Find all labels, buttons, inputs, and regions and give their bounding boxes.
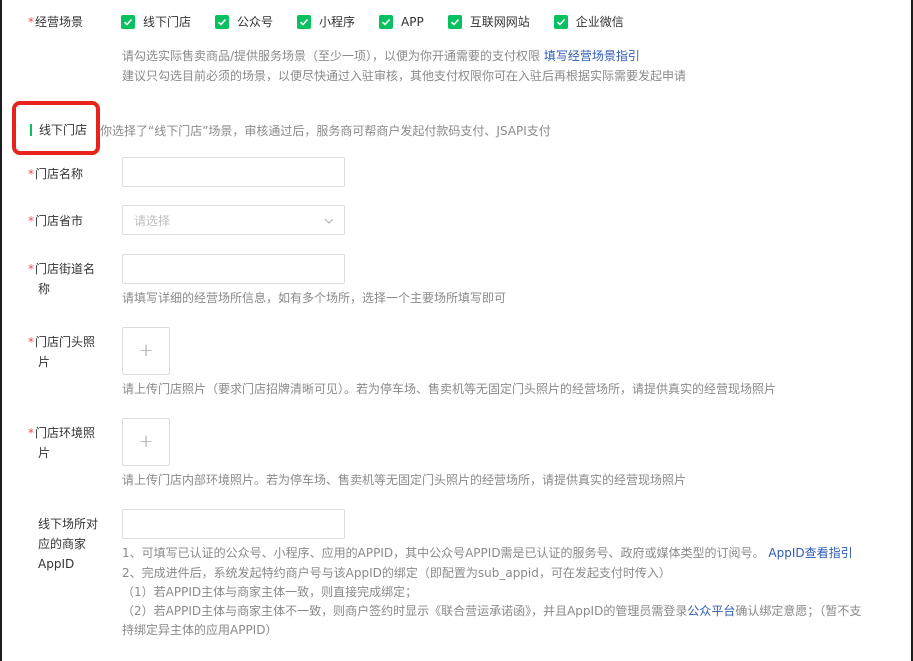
section-note: 你选择了“线下门店”场景，审核通过后，服务商可帮商户发起付款码支付、JSAPI支… bbox=[100, 124, 551, 138]
required-mark: * bbox=[28, 335, 34, 349]
store-street-input[interactable] bbox=[122, 254, 345, 284]
store-city-select[interactable]: 请选择 bbox=[122, 205, 345, 235]
checked-checkbox-icon[interactable] bbox=[121, 14, 135, 29]
public-platform-link[interactable]: 公众平台 bbox=[687, 604, 735, 618]
store-front-photo-hint: 请上传门店照片（要求门店招牌清晰可见）。若为停车场、售卖机等无固定门头照片的经营… bbox=[122, 382, 777, 396]
scene-option-wecom[interactable]: 企业微信 bbox=[553, 13, 624, 30]
checked-checkbox-icon[interactable] bbox=[215, 14, 230, 29]
checked-checkbox-icon[interactable] bbox=[379, 14, 394, 29]
window-frame-left bbox=[0, 0, 2, 661]
chevron-down-icon bbox=[324, 213, 334, 227]
required-mark: * bbox=[28, 167, 34, 181]
store-city-label: *门店省市 bbox=[28, 214, 84, 228]
scene-option-mini-program[interactable]: 小程序 bbox=[297, 13, 355, 30]
store-env-photo-hint: 请上传门店内部环境照片。若为停车场、售卖机等无固定门头照片的经营场所，请提供真实… bbox=[122, 473, 687, 487]
checked-checkbox-icon[interactable] bbox=[297, 14, 312, 29]
appid-hint-line-3: （1）若APPID主体与商家主体一致，则直接完成绑定； bbox=[122, 585, 418, 599]
appid-guide-link[interactable]: AppID查看指引 bbox=[768, 546, 852, 560]
scenes-guide-link[interactable]: 填写经营场景指引 bbox=[544, 49, 640, 63]
section-accent-bar bbox=[30, 123, 32, 136]
store-name-input[interactable] bbox=[122, 157, 345, 187]
plus-icon: + bbox=[138, 431, 154, 452]
required-mark: * bbox=[28, 262, 34, 276]
scene-option-official-account[interactable]: 公众号 bbox=[215, 13, 273, 30]
scene-option-app[interactable]: APP bbox=[379, 14, 424, 29]
required-mark: * bbox=[28, 15, 34, 29]
store-front-photo-label: *门店门头照 片 bbox=[28, 335, 96, 369]
appid-hint-line-2: 2、完成进件后，系统发起特约商户号与该AppID的绑定（即配置为sub_appi… bbox=[122, 566, 671, 580]
store-env-photo-upload[interactable]: + bbox=[122, 418, 170, 466]
scene-option-offline-store[interactable]: 线下门店 bbox=[121, 13, 191, 30]
business-scenes-group: 线下门店 公众号 小程序 APP 互联网网站 企业微信 bbox=[121, 13, 648, 30]
store-name-label: *门店名称 bbox=[28, 167, 84, 181]
store-front-photo-upload[interactable]: + bbox=[122, 327, 170, 375]
required-mark: * bbox=[28, 214, 34, 228]
scene-option-website[interactable]: 互联网网站 bbox=[447, 13, 530, 30]
appid-hint-line-5: 持绑定异主体的应用APPID） bbox=[122, 623, 278, 637]
appid-input[interactable] bbox=[122, 509, 345, 539]
section-title: 线下门店 bbox=[30, 121, 87, 138]
checked-checkbox-icon[interactable] bbox=[447, 14, 462, 29]
appid-label: 线下场所对 应的商家 AppID bbox=[38, 517, 99, 571]
store-city-placeholder: 请选择 bbox=[134, 213, 171, 228]
required-mark: * bbox=[28, 426, 34, 440]
appid-hint-line-4: （2）若APPID主体与商家主体不一致，则商户签约时显示《联合营运承诺函》，并且… bbox=[122, 604, 862, 618]
store-street-hint: 请填写详细的经营场所信息，如有多个场所，选择一个主要场所填写即可 bbox=[122, 291, 507, 305]
store-street-label: *门店街道名 称 bbox=[28, 262, 96, 296]
scenes-hint-line-1: 请勾选实际售卖商品/提供服务场景（至少一项），以便为你开通需要的支付权限 填写经… bbox=[122, 49, 640, 63]
plus-icon: + bbox=[138, 340, 154, 361]
business-scenes-label: *经营场景 bbox=[28, 15, 84, 29]
scenes-hint-line-2: 建议只勾选目前必须的场景，以便尽快通过入驻审核，其他支付权限你可在入驻后再根据实… bbox=[122, 69, 687, 83]
checked-checkbox-icon[interactable] bbox=[553, 14, 568, 29]
store-env-photo-label: *门店环境照 片 bbox=[28, 426, 96, 460]
appid-hint-line-1: 1、可填写已认证的公众号、小程序、应用的APPID，其中公众号APPID需是已认… bbox=[122, 546, 853, 560]
